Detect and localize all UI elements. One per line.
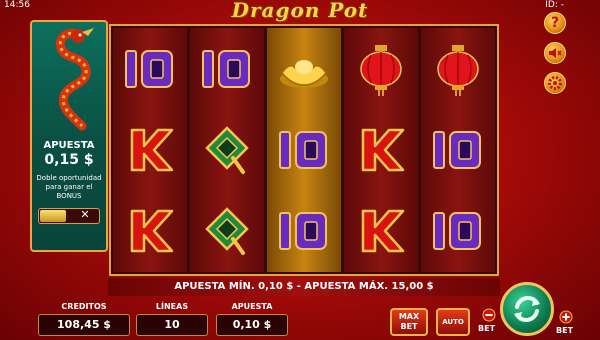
bet-label: APUESTA	[231, 302, 273, 311]
sound-button[interactable]	[544, 42, 566, 64]
credits-box: CREDITOS 108,45 $	[38, 302, 130, 338]
panel-bonus-note: Doble oportunidad para ganar el BONUS	[36, 174, 102, 200]
purple-10-icon	[267, 110, 341, 190]
bet-minus-label: BET	[478, 324, 496, 333]
spin-arrows-icon	[514, 296, 540, 322]
max-bet-button[interactable]: MAX BET	[390, 308, 428, 336]
auto-label: AUTO	[442, 318, 464, 326]
close-x-icon: ✕	[80, 208, 90, 221]
reel-1	[113, 28, 187, 272]
bet-box: APUESTA 0,10 $	[216, 302, 288, 338]
purple-10-icon	[421, 110, 495, 190]
reel-3	[267, 28, 341, 272]
double-chance-panel: APUESTA 0,15 $ Doble oportunidad para ga…	[30, 20, 108, 252]
help-button[interactable]: ?	[544, 12, 566, 34]
red-K-icon	[344, 191, 418, 271]
lines-label: LÍNEAS	[155, 302, 189, 311]
speaker-icon	[549, 48, 562, 58]
red-K-icon	[344, 110, 418, 190]
session-id: ID: -	[545, 0, 564, 10]
bet-value: 0,10 $	[216, 314, 288, 336]
toggle-knob	[40, 210, 66, 222]
clock: 14:56	[4, 0, 30, 10]
purple-10-icon	[267, 191, 341, 271]
help-icon: ?	[550, 15, 560, 31]
minus-icon	[482, 308, 496, 322]
reel-5	[421, 28, 495, 272]
green-Q-icon	[190, 110, 264, 190]
red-lantern-icon	[344, 29, 418, 109]
credits-label: CREDITOS	[61, 302, 107, 311]
credits-value: 108,45 $	[38, 314, 130, 336]
bet-increase-button[interactable]: BET	[556, 310, 576, 338]
green-Q-icon	[190, 191, 264, 271]
plus-icon	[559, 310, 573, 324]
red-K-icon	[113, 110, 187, 190]
bet-limits-banner: APUESTA MÍN. 0,10 $ - APUESTA MÁX. 15,00…	[108, 278, 500, 296]
lines-box: LÍNEAS 10	[136, 302, 208, 338]
purple-10-icon	[190, 29, 264, 109]
reel-4	[344, 28, 418, 272]
red-lantern-icon	[421, 29, 495, 109]
spin-button[interactable]	[500, 282, 554, 336]
lines-value: 10	[136, 314, 208, 336]
bet-decrease-button[interactable]: BET	[474, 306, 502, 336]
purple-10-icon	[421, 191, 495, 271]
reel-2	[190, 28, 264, 272]
game-logo: Dragon Pot	[231, 0, 369, 22]
max-bet-line1: MAX	[398, 312, 420, 321]
auto-spin-button[interactable]: AUTO	[436, 308, 470, 336]
dragon-icon	[55, 28, 94, 131]
settings-button[interactable]	[544, 72, 566, 94]
double-chance-toggle[interactable]: ✕	[38, 208, 100, 224]
panel-bet-title: APUESTA	[43, 140, 95, 151]
panel-bet-value: 0,15 $	[44, 152, 94, 168]
gold-ingot-icon	[267, 29, 341, 109]
purple-10-icon	[113, 29, 187, 109]
reel-area	[109, 24, 499, 276]
max-bet-line2: BET	[400, 322, 418, 331]
bet-plus-label: BET	[556, 326, 574, 335]
gear-icon	[548, 76, 562, 90]
red-K-icon	[113, 191, 187, 271]
game-screen: 14:56 ID: - Dragon Pot APUESTA 0,15 $ Do…	[0, 0, 600, 340]
